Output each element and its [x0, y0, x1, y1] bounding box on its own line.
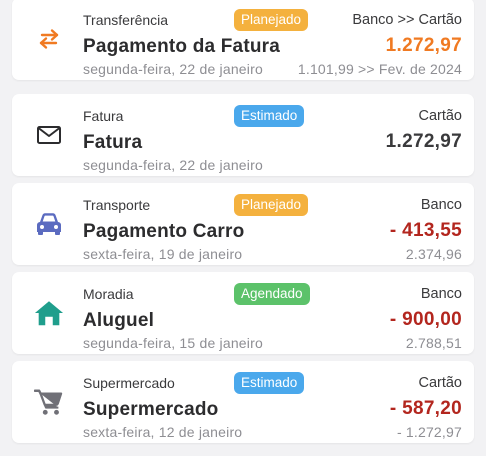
transaction-account: Banco: [420, 197, 462, 213]
transaction-card[interactable]: Transferência Planejado Banco >> Cartão …: [12, 0, 474, 80]
transaction-category: Fatura: [83, 108, 124, 124]
transaction-amount: - 900,00: [389, 309, 462, 330]
transaction-title: Aluguel: [83, 310, 155, 331]
transaction-account: Banco: [420, 286, 462, 302]
transaction-amount: - 413,55: [389, 220, 462, 241]
transaction-title: Supermercado: [83, 399, 219, 420]
transaction-category: Moradia: [83, 286, 134, 302]
house-icon: [34, 298, 64, 328]
transaction-card[interactable]: Transporte Planejado Banco Pagamento Car…: [12, 183, 474, 265]
transaction-date: sexta-feira, 19 de janeiro: [83, 246, 243, 262]
transaction-subtext: 2.374,96: [405, 246, 462, 262]
status-badge: Planejado: [234, 194, 309, 216]
transaction-card[interactable]: Fatura Estimado Cartão Fatura 1.272,97 s…: [12, 94, 474, 176]
shopping-cart-icon: [34, 387, 64, 417]
transaction-category: Supermercado: [83, 375, 175, 391]
transaction-card[interactable]: Supermercado Estimado Cartão Supermercad…: [12, 361, 474, 443]
transaction-title: Pagamento da Fatura: [83, 36, 281, 57]
transaction-subtext: 2.788,51: [405, 335, 462, 351]
car-icon: [34, 209, 64, 239]
transaction-date: segunda-feira, 15 de janeiro: [83, 335, 263, 351]
transaction-date: sexta-feira, 12 de janeiro: [83, 424, 243, 440]
transaction-date: segunda-feira, 22 de janeiro: [83, 61, 263, 77]
transaction-subtext: 1.101,99 >> Fev. de 2024: [297, 61, 462, 77]
transaction-amount: 1.272,97: [385, 131, 462, 152]
status-badge: Estimado: [234, 372, 305, 394]
transaction-date: segunda-feira, 22 de janeiro: [83, 157, 263, 173]
transaction-account: Banco >> Cartão: [352, 12, 462, 28]
transfer-icon: [34, 24, 64, 54]
transaction-category: Transporte: [83, 197, 151, 213]
transaction-title: Pagamento Carro: [83, 221, 245, 242]
transaction-amount: 1.272,97: [385, 35, 462, 56]
transaction-subtext: - 1.272,97: [396, 424, 462, 440]
transaction-account: Cartão: [418, 375, 462, 391]
transaction-title: Fatura: [83, 132, 143, 153]
transaction-amount: - 587,20: [389, 398, 462, 419]
status-badge: Planejado: [234, 9, 309, 31]
status-badge: Agendado: [234, 283, 310, 305]
transaction-category: Transferência: [83, 12, 169, 28]
status-badge: Estimado: [234, 105, 305, 127]
transaction-account: Cartão: [418, 108, 462, 124]
envelope-icon: [34, 120, 64, 150]
transaction-card[interactable]: Moradia Agendado Banco Aluguel - 900,00 …: [12, 272, 474, 354]
